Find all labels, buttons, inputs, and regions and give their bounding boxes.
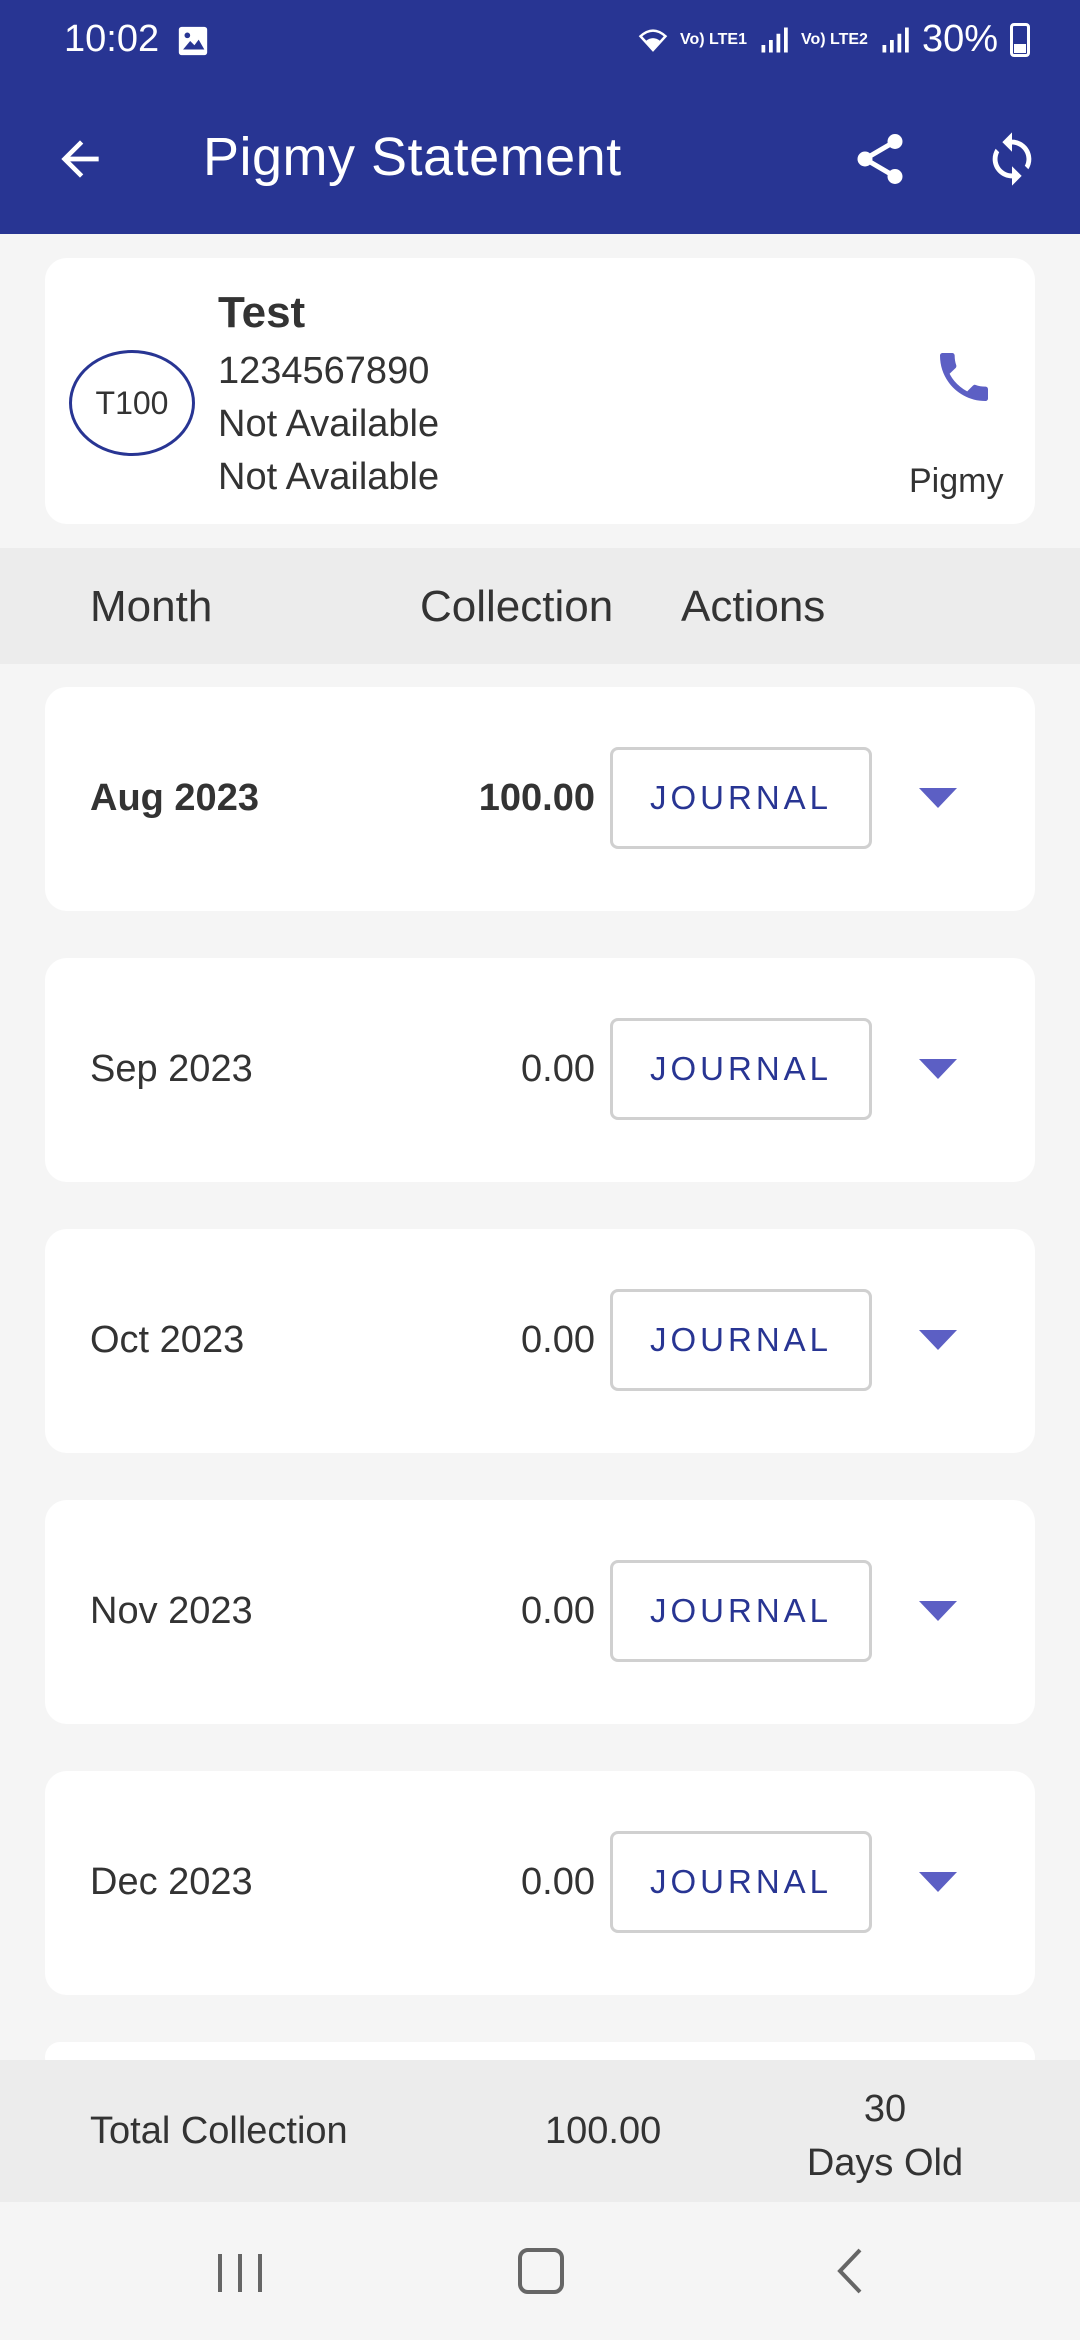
statement-row: Oct 2023 0.00 JOURNAL	[45, 1229, 1035, 1453]
row-amount: 0.00	[521, 1319, 595, 1361]
caret-down-icon	[919, 1330, 957, 1350]
days-old: 30 Days Old	[790, 2082, 980, 2190]
avatar: T100	[69, 350, 195, 456]
row-amount: 0.00	[521, 1861, 595, 1903]
customer-detail-1: Not Available	[218, 403, 440, 445]
call-button[interactable]	[925, 338, 1003, 416]
nav-back-button[interactable]	[826, 2246, 876, 2296]
caret-down-icon	[919, 788, 957, 808]
journal-button[interactable]: JOURNAL	[610, 747, 872, 849]
phone-icon	[940, 353, 988, 401]
battery-percent: 30%	[921, 18, 998, 60]
journal-button[interactable]: JOURNAL	[610, 1289, 872, 1391]
row-amount: 100.00	[478, 777, 595, 819]
recent-apps-button[interactable]	[210, 2250, 270, 2296]
total-footer: Total Collection 100.00 30 Days Old	[0, 2060, 1080, 2202]
system-nav-bar	[0, 2202, 1080, 2340]
table-header: Month Collection Actions	[0, 548, 1080, 664]
sync-button[interactable]	[972, 119, 1052, 199]
page-title: Pigmy Statement	[203, 127, 622, 187]
signal-icon	[882, 27, 909, 52]
statement-row: Nov 2023 0.00 JOURNAL	[45, 1500, 1035, 1724]
row-month: Dec 2023	[90, 1861, 253, 1903]
status-right: Vo) LTE1 Vo) LTE2 30%	[638, 18, 1030, 61]
journal-button[interactable]: JOURNAL	[610, 1560, 872, 1662]
share-icon	[857, 134, 903, 184]
row-month: Nov 2023	[90, 1590, 253, 1632]
expand-button[interactable]	[913, 1586, 963, 1636]
expand-button[interactable]	[913, 1315, 963, 1365]
row-month: Aug 2023	[90, 777, 259, 819]
caret-down-icon	[919, 1059, 957, 1079]
days-label: Days Old	[806, 2142, 964, 2184]
top-bar: 10:02 Vo) LTE1 Vo) LTE2 30% Pigmy Statem…	[0, 0, 1080, 234]
image-icon	[178, 26, 208, 56]
customer-detail-2: Not Available	[218, 456, 440, 498]
row-month: Sep 2023	[90, 1048, 253, 1090]
journal-button[interactable]: JOURNAL	[610, 1018, 872, 1120]
share-button[interactable]	[840, 119, 920, 199]
back-button[interactable]	[40, 119, 120, 199]
row-amount: 0.00	[521, 1590, 595, 1632]
header-actions: Actions	[681, 582, 826, 631]
home-button[interactable]	[518, 2248, 564, 2294]
row-month: Oct 2023	[90, 1319, 245, 1361]
caret-down-icon	[919, 1601, 957, 1621]
total-label: Total Collection	[90, 2110, 348, 2152]
status-time: 10:02	[64, 18, 160, 60]
header-month: Month	[90, 582, 213, 631]
expand-button[interactable]	[913, 1857, 963, 1907]
caret-down-icon	[919, 1872, 957, 1892]
expand-button[interactable]	[913, 773, 963, 823]
status-bar: 10:02 Vo) LTE1 Vo) LTE2 30%	[0, 0, 1080, 84]
expand-button[interactable]	[913, 1044, 963, 1094]
statement-row: Aug 2023 100.00 JOURNAL	[45, 687, 1035, 911]
row-amount: 0.00	[521, 1048, 595, 1090]
battery-icon	[1010, 22, 1030, 57]
customer-phone: 1234567890	[218, 350, 430, 392]
journal-button[interactable]: JOURNAL	[610, 1831, 872, 1933]
header-collection: Collection	[420, 582, 614, 631]
sim1-label: Vo) LTE1	[680, 30, 747, 48]
customer-name: Test	[218, 288, 306, 337]
statement-row: Sep 2023 0.00 JOURNAL	[45, 958, 1035, 1182]
statement-row: Dec 2023 0.00 JOURNAL	[45, 1771, 1035, 1995]
app-bar: Pigmy Statement	[0, 84, 1080, 234]
days-value: 30	[863, 2088, 907, 2130]
app-root: 10:02 Vo) LTE1 Vo) LTE2 30% Pigmy Statem…	[0, 0, 1080, 2340]
sync-icon	[992, 132, 1032, 186]
call-label: Pigmy	[909, 462, 1004, 500]
wifi-icon	[638, 28, 668, 52]
arrow-back-icon	[61, 140, 99, 178]
total-value: 100.00	[545, 2110, 662, 2152]
sim2-label: Vo) LTE2	[800, 30, 868, 48]
profile-card: T100 Test 1234567890 Not Available Not A…	[45, 258, 1035, 524]
signal-icon	[761, 27, 788, 52]
